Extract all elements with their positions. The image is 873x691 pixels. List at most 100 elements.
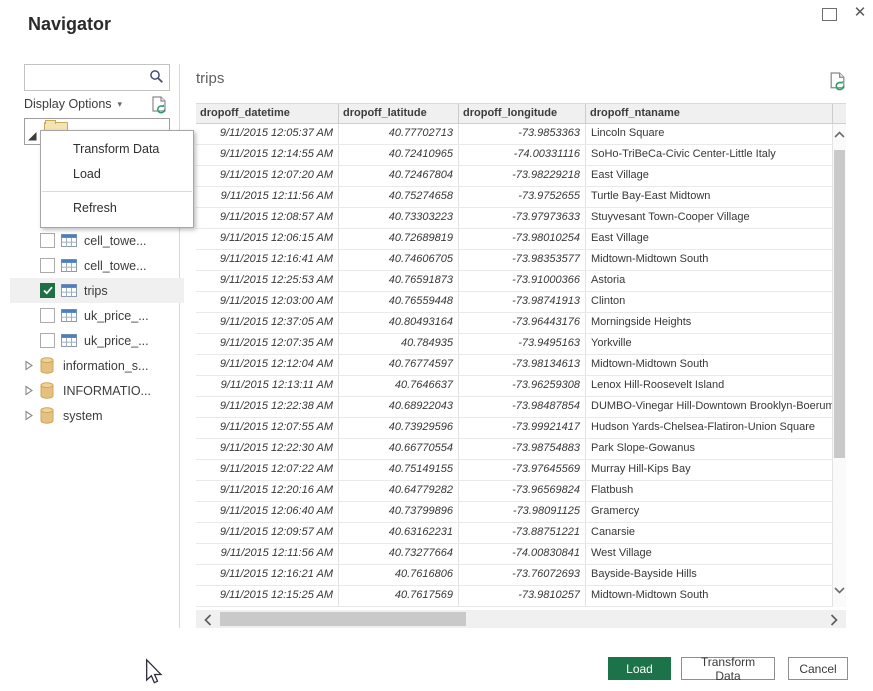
search-input[interactable]: [29, 67, 148, 88]
cell-dropoff_ntaname: Gramercy: [586, 502, 833, 522]
cell-dropoff_datetime: 9/11/2015 12:11:56 AM: [196, 187, 339, 207]
cell-dropoff_longitude: -73.98229218: [459, 166, 586, 186]
tree-item-uk-price[interactable]: uk_price_...: [24, 328, 174, 353]
load-button[interactable]: Load: [608, 657, 671, 680]
cell-dropoff_longitude: -73.98353577: [459, 250, 586, 270]
context-menu: Transform Data Load Refresh: [40, 130, 194, 228]
table-row: 9/11/2015 12:08:57 AM40.73303223-73.9797…: [196, 208, 846, 229]
cell-dropoff_datetime: 9/11/2015 12:08:57 AM: [196, 208, 339, 228]
cell-dropoff_latitude: 40.72467804: [339, 166, 459, 186]
expand-arrow-icon[interactable]: [24, 410, 37, 421]
cell-dropoff_datetime: 9/11/2015 12:06:15 AM: [196, 229, 339, 249]
cell-dropoff_ntaname: Park Slope-Gowanus: [586, 439, 833, 459]
refresh-preview-icon[interactable]: [828, 72, 847, 98]
checkbox-unchecked[interactable]: [40, 333, 55, 348]
expanded-root-icon[interactable]: [28, 128, 37, 146]
search-icon[interactable]: [149, 69, 164, 89]
cell-dropoff_ntaname: Lenox Hill-Roosevelt Island: [586, 376, 833, 396]
cell-dropoff_latitude: 40.73277664: [339, 544, 459, 564]
cell-dropoff_datetime: 9/11/2015 12:13:11 AM: [196, 376, 339, 396]
table-row: 9/11/2015 12:05:37 AM40.77702713-73.9853…: [196, 124, 846, 145]
tree-item-uk-price[interactable]: uk_price_...: [24, 303, 174, 328]
maximize-icon[interactable]: [822, 8, 837, 21]
cell-dropoff_ntaname: SoHo-TriBeCa-Civic Center-Little Italy: [586, 145, 833, 165]
tree-item-label: system: [63, 409, 103, 423]
cell-dropoff_longitude: -73.9752655: [459, 187, 586, 207]
table-row: 9/11/2015 12:07:22 AM40.75149155-73.9764…: [196, 460, 846, 481]
tree-item-label: uk_price_...: [84, 309, 149, 323]
cell-dropoff_longitude: -73.98134613: [459, 355, 586, 375]
scroll-left-icon[interactable]: [204, 613, 212, 631]
cell-dropoff_datetime: 9/11/2015 12:07:20 AM: [196, 166, 339, 186]
table-row: 9/11/2015 12:22:30 AM40.66770554-73.9875…: [196, 439, 846, 460]
tree-item-cell-towe[interactable]: cell_towe...: [24, 228, 174, 253]
cell-dropoff_datetime: 9/11/2015 12:37:05 AM: [196, 313, 339, 333]
cell-dropoff_longitude: -73.9495163: [459, 334, 586, 354]
database-icon: [40, 357, 54, 374]
checkbox-unchecked[interactable]: [40, 233, 55, 248]
checkbox-unchecked[interactable]: [40, 308, 55, 323]
refresh-source-icon[interactable]: [150, 96, 168, 119]
cell-dropoff_ntaname: East Village: [586, 229, 833, 249]
menu-separator: [42, 191, 192, 192]
scroll-up-icon[interactable]: [834, 130, 845, 142]
expand-arrow-icon[interactable]: [24, 360, 37, 371]
cell-dropoff_datetime: 9/11/2015 12:06:40 AM: [196, 502, 339, 522]
search-box[interactable]: [24, 64, 170, 91]
database-icon: [40, 407, 54, 424]
table-row: 9/11/2015 12:15:25 AM40.7617569-73.98102…: [196, 586, 846, 607]
tree-item-cell-towe[interactable]: cell_towe...: [24, 253, 174, 278]
table-row: 9/11/2015 12:07:35 AM40.784935-73.949516…: [196, 334, 846, 355]
cell-dropoff_ntaname: Stuyvesant Town-Cooper Village: [586, 208, 833, 228]
table-row: 9/11/2015 12:07:55 AM40.73929596-73.9992…: [196, 418, 846, 439]
transform-data-button[interactable]: Transform Data: [681, 657, 775, 680]
vertical-scrollbar[interactable]: [833, 124, 846, 607]
tree-item-system[interactable]: system: [24, 403, 174, 428]
tree-item-label: information_s...: [63, 359, 148, 373]
tree-item-information-s[interactable]: information_s...: [24, 353, 174, 378]
menu-item-refresh[interactable]: Refresh: [41, 196, 193, 221]
cell-dropoff_latitude: 40.77702713: [339, 124, 459, 144]
horizontal-scrollbar-thumb[interactable]: [220, 612, 466, 626]
tree-item-informatio[interactable]: INFORMATIO...: [24, 378, 174, 403]
cell-dropoff_datetime: 9/11/2015 12:03:00 AM: [196, 292, 339, 312]
horizontal-scrollbar[interactable]: [196, 610, 846, 628]
cell-dropoff_longitude: -73.9853363: [459, 124, 586, 144]
table-icon: [61, 259, 77, 272]
navigator-dialog: Navigator ✕ Display Options▾: [0, 0, 873, 691]
close-icon[interactable]: ✕: [851, 3, 869, 21]
column-header-dropoff_latitude: dropoff_latitude: [339, 104, 459, 123]
menu-item-transform-data[interactable]: Transform Data: [41, 137, 193, 162]
scroll-right-icon[interactable]: [830, 613, 838, 631]
dropdown-caret-icon[interactable]: ▾: [118, 99, 123, 110]
cell-dropoff_longitude: -73.98010254: [459, 229, 586, 249]
cell-dropoff_ntaname: Turtle Bay-East Midtown: [586, 187, 833, 207]
vertical-scrollbar-thumb[interactable]: [834, 150, 845, 458]
cell-dropoff_longitude: -73.98754883: [459, 439, 586, 459]
display-options-dropdown[interactable]: Display Options: [24, 97, 112, 111]
cell-dropoff_longitude: -73.99921417: [459, 418, 586, 438]
scroll-down-icon[interactable]: [834, 585, 845, 597]
cell-dropoff_longitude: -74.00331116: [459, 145, 586, 165]
tree-item-label: cell_towe...: [84, 259, 147, 273]
cell-dropoff_longitude: -73.98487854: [459, 397, 586, 417]
cell-dropoff_latitude: 40.75274658: [339, 187, 459, 207]
cell-dropoff_latitude: 40.64779282: [339, 481, 459, 501]
checkbox-checked[interactable]: [40, 283, 55, 298]
cell-dropoff_latitude: 40.73303223: [339, 208, 459, 228]
cell-dropoff_longitude: -73.97645569: [459, 460, 586, 480]
cancel-button[interactable]: Cancel: [788, 657, 848, 680]
table-row: 9/11/2015 12:11:56 AM40.73277664-74.0083…: [196, 544, 846, 565]
cell-dropoff_datetime: 9/11/2015 12:07:55 AM: [196, 418, 339, 438]
column-header-dropoff_ntaname: dropoff_ntaname: [586, 104, 833, 123]
expand-arrow-icon[interactable]: [24, 385, 37, 396]
cell-dropoff_datetime: 9/11/2015 12:22:38 AM: [196, 397, 339, 417]
cell-dropoff_longitude: -73.91000366: [459, 271, 586, 291]
tree-item-trips[interactable]: trips: [10, 278, 184, 303]
cell-dropoff_longitude: -73.88751221: [459, 523, 586, 543]
menu-item-load[interactable]: Load: [41, 162, 193, 187]
cell-dropoff_longitude: -73.9810257: [459, 586, 586, 606]
cell-dropoff_datetime: 9/11/2015 12:12:04 AM: [196, 355, 339, 375]
table-body: 9/11/2015 12:05:37 AM40.77702713-73.9853…: [196, 124, 846, 607]
checkbox-unchecked[interactable]: [40, 258, 55, 273]
